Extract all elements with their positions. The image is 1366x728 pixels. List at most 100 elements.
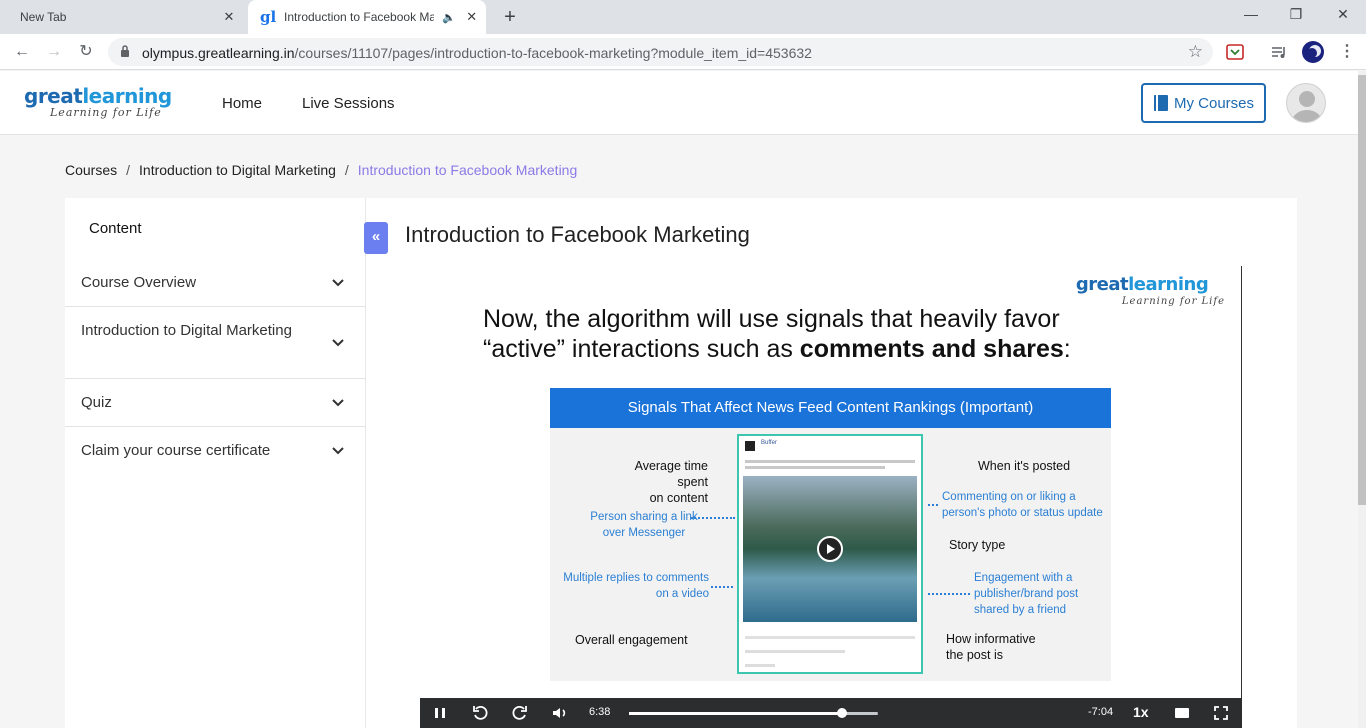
sidebar-item-claim-certificate[interactable]: Claim your course certificate <box>65 427 366 475</box>
tab-active-course[interactable]: gl Introduction to Facebook Ma 🔈 ✕ <box>248 0 486 34</box>
tab-title: New Tab <box>20 10 67 24</box>
video-controls: 6:38 -7:04 1x <box>420 698 1242 728</box>
connector-dots <box>928 593 970 595</box>
audio-playing-icon[interactable]: 🔈 <box>442 11 456 24</box>
hd-quality-icon[interactable] <box>1173 704 1191 722</box>
sidebar-item-label: Course Overview <box>81 274 197 291</box>
signals-diagram: Signals That Affect News Feed Content Ra… <box>550 388 1111 681</box>
post-action-bar <box>745 636 915 639</box>
chevron-down-icon <box>332 447 344 455</box>
book-icon <box>1153 95 1168 111</box>
collapse-sidebar-button[interactable]: « <box>364 222 388 254</box>
page-title: Introduction to Facebook Marketing <box>405 222 750 247</box>
buffer-logo-icon <box>745 441 755 451</box>
url-path: /courses/11107/pages/introduction-to-fac… <box>294 45 812 61</box>
connector-dots <box>928 504 938 506</box>
chevron-down-icon <box>332 279 344 287</box>
sidebar-item-label: Quiz <box>81 394 112 411</box>
sidebar-item-course-overview[interactable]: Course Overview <box>65 260 366 307</box>
tab-new-tab[interactable]: New Tab ✕ <box>0 0 245 34</box>
user-avatar[interactable] <box>1286 83 1326 123</box>
chevron-down-icon <box>332 399 344 407</box>
forward-icon[interactable] <box>511 704 529 722</box>
facebook-post-preview: Buffer <box>737 434 923 674</box>
breadcrumb-current-page: Introduction to Facebook Marketing <box>357 162 578 178</box>
signal-right-3: Story type <box>949 538 1006 552</box>
signal-left-2: Person sharing a link over Messenger <box>590 511 698 539</box>
my-courses-button[interactable]: My Courses <box>1141 83 1266 123</box>
sidebar-item-digital-marketing[interactable]: Introduction to Digital Marketing <box>65 307 366 379</box>
breadcrumb-courses-link[interactable]: Courses <box>65 162 117 178</box>
greatlearning-favicon-icon: gl <box>260 8 277 26</box>
logo-tagline: Learning for Life <box>50 106 162 119</box>
extension-pocket-icon[interactable] <box>1226 43 1244 61</box>
page-scrollbar[interactable] <box>1358 71 1366 728</box>
signal-right-2: Commenting on or liking a person's photo… <box>942 491 1103 519</box>
minimize-window-icon[interactable]: — <box>1241 6 1261 22</box>
slide-heading-colon: : <box>1063 335 1071 363</box>
logo-learning: learning <box>82 84 172 108</box>
breadcrumb-separator: / <box>344 162 349 178</box>
close-tab-icon[interactable]: ✕ <box>464 9 480 25</box>
close-tab-icon[interactable]: ✕ <box>221 9 237 25</box>
connector-dots <box>711 586 733 588</box>
slide-heading-line2: “active” interactions such as <box>483 335 800 363</box>
media-controls-icon[interactable] <box>1270 43 1288 61</box>
reload-icon[interactable]: ↻ <box>76 42 96 62</box>
nav-home-link[interactable]: Home <box>222 95 262 112</box>
post-source: Buffer <box>761 440 777 446</box>
slide-heading-line1: Now, the algorithm will use signals that… <box>483 305 1060 333</box>
browser-menu-icon[interactable]: ⋮ <box>1337 42 1357 62</box>
signal-right-5: How informative the post is <box>946 632 1036 662</box>
pause-icon[interactable] <box>431 704 449 722</box>
remaining-time: -7:04 <box>1088 706 1114 718</box>
progress-buffered <box>842 712 878 715</box>
greatlearning-logo[interactable]: greatlearning Learning for Life <box>24 85 172 119</box>
tab-title: Introduction to Facebook Ma <box>284 10 434 24</box>
signal-left-3: Multiple replies to comments on a video <box>563 572 709 600</box>
breadcrumb: Courses / Introduction to Digital Market… <box>65 162 577 178</box>
sidebar-heading: Content <box>89 220 142 237</box>
sidebar-item-label: Claim your course certificate <box>81 442 271 459</box>
progress-played <box>629 712 843 715</box>
logo-learning: learning <box>1128 274 1209 295</box>
rewind-icon[interactable] <box>471 704 489 722</box>
url-host: olympus.greatlearning.in <box>142 45 295 61</box>
user-silhouette-icon <box>1292 91 1322 122</box>
back-arrow-icon[interactable]: ← <box>12 42 32 62</box>
slide-heading: Now, the algorithm will use signals that… <box>483 304 1163 364</box>
sidebar-item-label: Introduction to Digital Marketing <box>81 322 292 339</box>
logo-great: great <box>1075 274 1129 295</box>
restore-window-icon[interactable]: ❐ <box>1286 6 1306 23</box>
playback-speed-button[interactable]: 1x <box>1133 704 1149 720</box>
progress-scrubber[interactable] <box>837 708 848 718</box>
chevron-down-icon <box>332 339 344 347</box>
forward-arrow-icon[interactable]: → <box>44 42 64 62</box>
nav-live-sessions-link[interactable]: Live Sessions <box>302 95 395 112</box>
signal-left-4: Overall engagement <box>575 633 688 647</box>
lock-icon <box>121 45 129 57</box>
signal-right-4: Engagement with a publisher/brand post s… <box>974 572 1079 616</box>
breadcrumb-separator: / <box>126 162 131 178</box>
signal-left-1: Average time spent on content <box>634 459 708 505</box>
logo-great: great <box>24 84 83 108</box>
close-window-icon[interactable]: ✕ <box>1333 6 1353 23</box>
scrollbar-thumb[interactable] <box>1358 75 1366 505</box>
fullscreen-icon[interactable] <box>1212 704 1230 722</box>
breadcrumb-digital-marketing-link[interactable]: Introduction to Digital Marketing <box>139 162 336 178</box>
volume-icon[interactable] <box>551 704 569 722</box>
my-courses-label: My Courses <box>1173 94 1255 112</box>
post-text-line <box>745 466 885 469</box>
address-bar[interactable]: olympus.greatlearning.in/courses/11107/p… <box>108 38 1213 66</box>
browser-toolbar: ← → ↻ olympus.greatlearning.in/courses/1… <box>0 34 1366 70</box>
browser-tab-strip: New Tab ✕ gl Introduction to Facebook Ma… <box>0 0 1366 34</box>
sidebar-item-quiz[interactable]: Quiz <box>65 379 366 427</box>
video-player[interactable]: greatlearning Learning for Life Now, the… <box>420 266 1242 728</box>
post-text-line <box>745 460 915 463</box>
new-tab-plus-icon[interactable]: + <box>500 7 520 27</box>
post-reactions-line <box>745 650 845 653</box>
connector-dots <box>691 517 735 519</box>
profile-avatar-icon[interactable] <box>1302 41 1324 63</box>
bookmark-star-icon[interactable]: ☆ <box>1188 42 1203 62</box>
post-video-thumbnail <box>743 476 917 622</box>
